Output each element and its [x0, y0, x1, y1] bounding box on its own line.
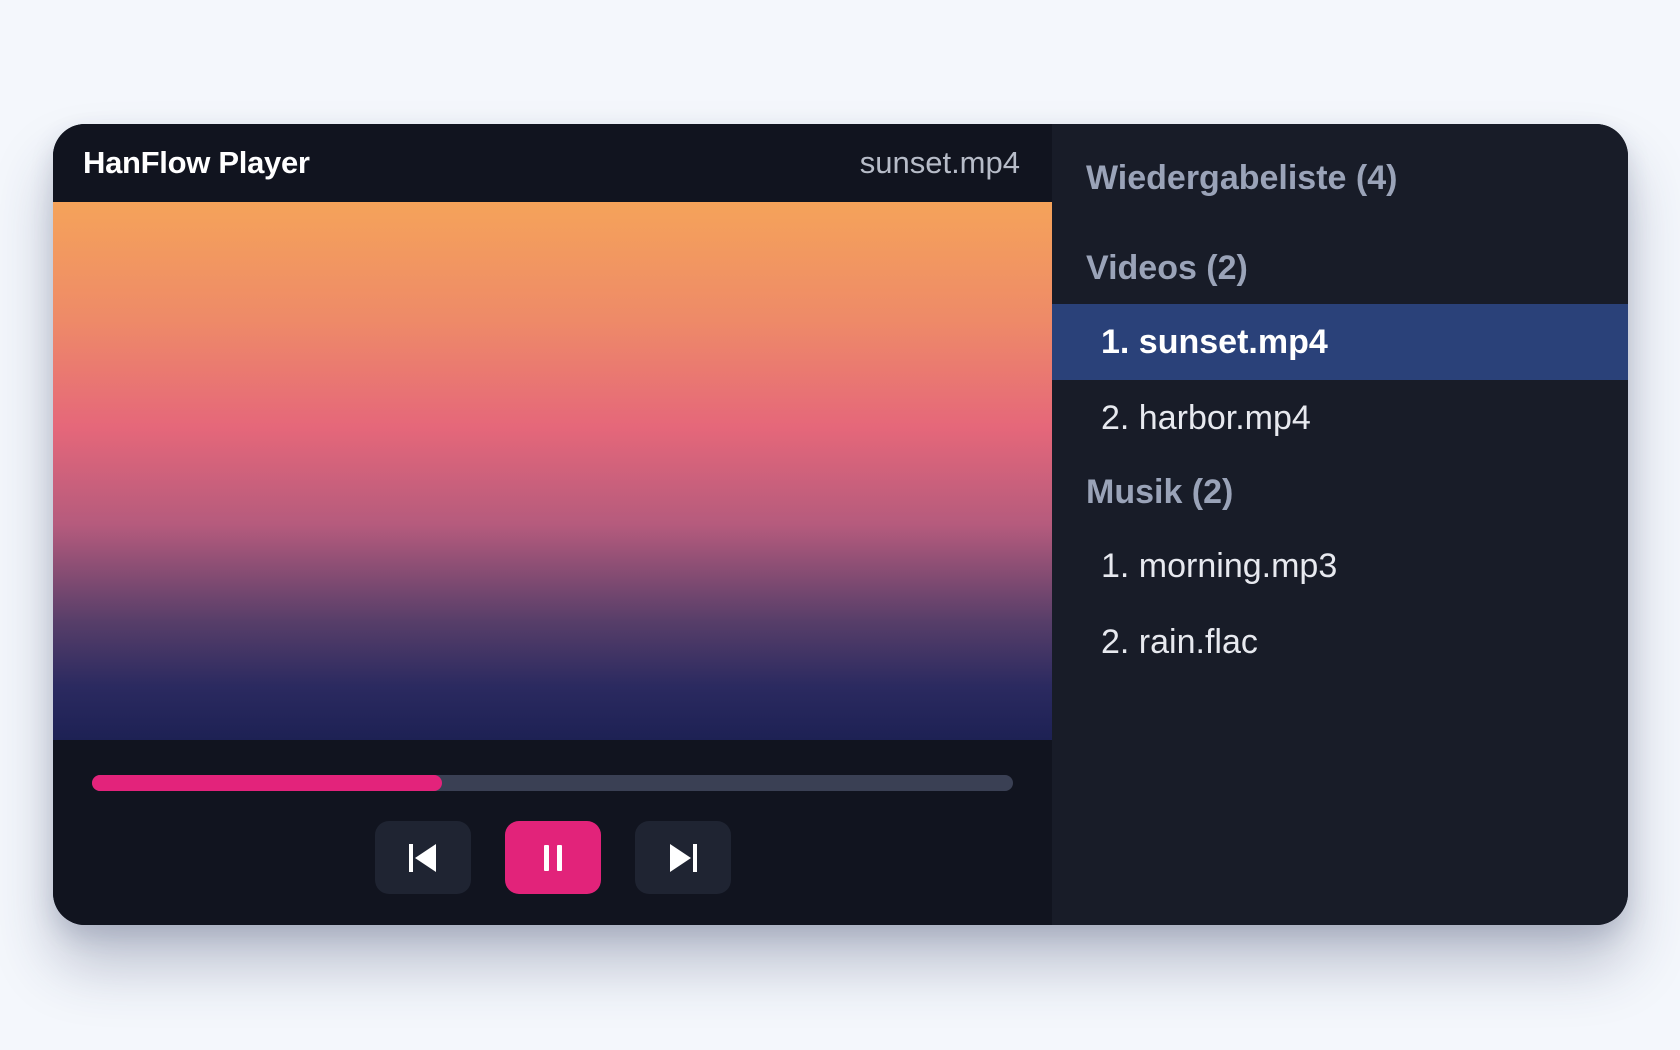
- current-file-name: sunset.mp4: [859, 145, 1020, 180]
- progress-bar[interactable]: [92, 775, 1013, 791]
- player-header: HanFlow Player sunset.mp4: [53, 124, 1052, 202]
- player-pane: HanFlow Player sunset.mp4: [53, 124, 1052, 925]
- playlist-item-harbor[interactable]: 2. harbor.mp4: [1052, 380, 1628, 456]
- section-title-music: Musik (2): [1086, 473, 1234, 511]
- playlist-title: Wiedergabeliste (4): [1086, 159, 1398, 197]
- previous-button[interactable]: [374, 821, 471, 894]
- next-button[interactable]: [634, 821, 731, 894]
- playlist-item-morning[interactable]: 1. morning.mp3: [1052, 528, 1628, 604]
- video-display[interactable]: [53, 202, 1052, 740]
- playback-controls: [53, 740, 1052, 894]
- pause-button[interactable]: [504, 821, 601, 894]
- playlist-item-sunset[interactable]: 1. sunset.mp4: [1052, 304, 1628, 380]
- skip-next-icon: [668, 842, 698, 874]
- progress-fill: [92, 775, 442, 791]
- app-title: HanFlow Player: [83, 145, 310, 180]
- playlist-sidebar: Wiedergabeliste (4) Videos (2) 1. sunset…: [1052, 124, 1628, 925]
- pause-icon: [542, 843, 564, 873]
- media-player-window: HanFlow Player sunset.mp4 Wiedergabelist…: [53, 124, 1628, 925]
- section-title-videos: Videos (2): [1086, 249, 1248, 287]
- playlist-item-rain[interactable]: 2. rain.flac: [1052, 604, 1628, 680]
- transport-buttons: [53, 821, 1052, 894]
- skip-previous-icon: [408, 842, 438, 874]
